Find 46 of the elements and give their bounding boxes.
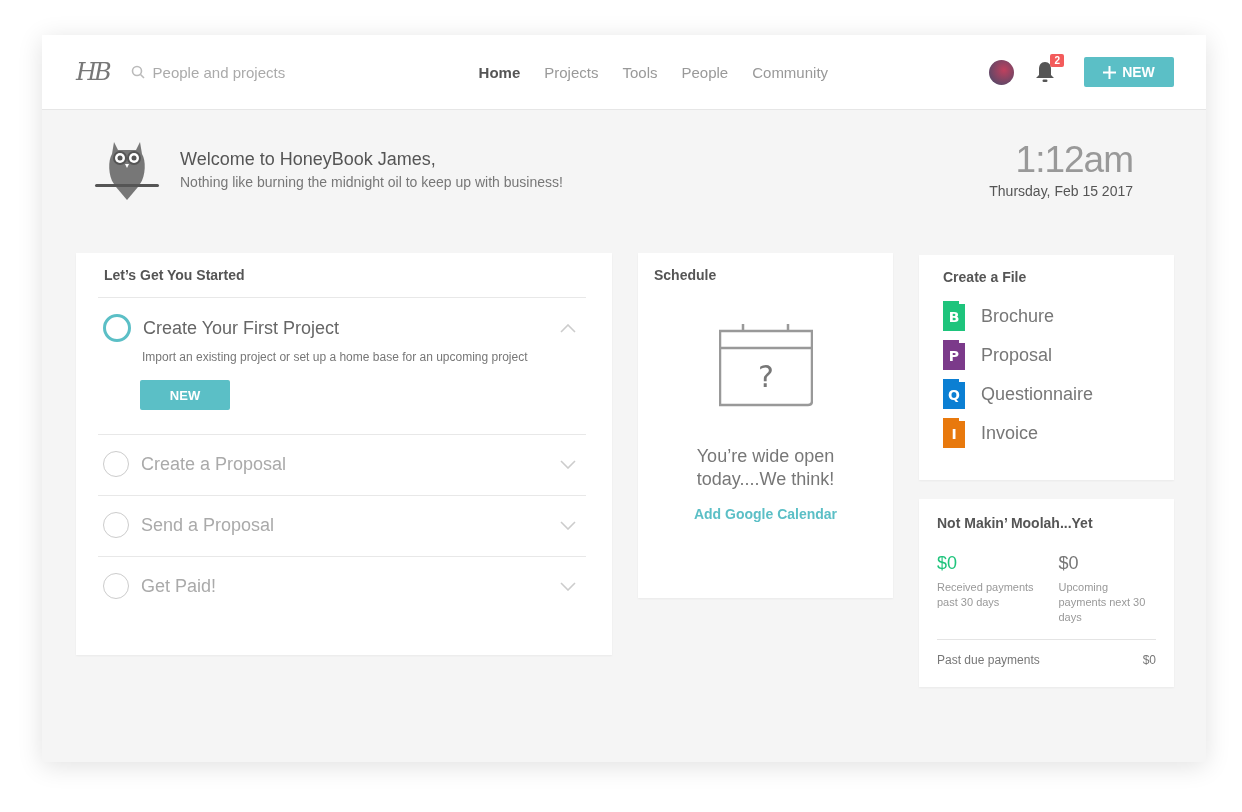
bell-icon[interactable] — [1035, 61, 1055, 83]
card-title: Let’s Get You Started — [103, 267, 246, 283]
document-icon: I — [943, 418, 965, 448]
payment-amount: $0 — [1058, 553, 1080, 574]
document-icon: B — [943, 301, 965, 331]
past-due-label: Past due payments — [937, 652, 1040, 667]
chevron-down-icon[interactable] — [560, 520, 576, 530]
clock-time: 1:12am — [1015, 139, 1133, 181]
nav-link[interactable]: Home — [478, 63, 521, 81]
new-button[interactable]: NEW — [140, 380, 230, 410]
welcome-title: Welcome to HoneyBook James, — [180, 148, 437, 170]
nav-link[interactable]: Projects — [544, 63, 599, 81]
file-type-link[interactable]: B Brochure — [943, 301, 1150, 331]
card-title: Schedule — [654, 267, 718, 283]
avatar[interactable] — [989, 59, 1014, 85]
step-description: Import an existing project or set up a home base for an upcoming project — [142, 350, 529, 364]
file-type-link[interactable]: I Invoice — [943, 418, 1150, 448]
new-button[interactable]: NEW — [1084, 57, 1174, 87]
step-title[interactable]: Send a Proposal — [141, 514, 275, 536]
payment-label: Received payments past 30 days — [937, 580, 1035, 610]
nav-link[interactable]: Tools — [622, 63, 658, 81]
add-calendar-link[interactable]: Add Google Calendar — [693, 505, 838, 522]
nav-link[interactable]: People — [681, 63, 729, 81]
plus-icon — [1103, 65, 1117, 79]
search-icon — [130, 65, 145, 79]
chevron-down-icon[interactable] — [560, 581, 576, 591]
card-title: Create a File — [943, 269, 1028, 285]
payment-amount: $0 — [937, 553, 959, 574]
date-text: Thursday, Feb 15 2017 — [989, 183, 1133, 199]
file-type-link[interactable]: P Proposal — [943, 340, 1150, 370]
empty-schedule-message: You’re wide open today....We think! — [695, 445, 836, 492]
file-type-link[interactable]: Q Questionnaire — [943, 379, 1150, 409]
welcome-subtitle: Nothing like burning the midnight oil to keep up with business! — [180, 173, 563, 190]
step-title[interactable]: Get Paid! — [141, 575, 217, 597]
logo[interactable]: HB — [76, 58, 109, 86]
notification-badge: 2 — [1050, 54, 1064, 67]
card-title: Not Makin’ Moolah...Yet — [937, 515, 1094, 531]
past-due-amount: $0 — [1142, 652, 1156, 667]
step-title[interactable]: Create Your First Project — [143, 317, 340, 339]
chevron-up-icon[interactable] — [560, 323, 576, 333]
document-icon: Q — [943, 379, 965, 409]
step-title[interactable]: Create a Proposal — [141, 453, 287, 475]
nav-link[interactable]: Community — [752, 63, 829, 81]
payment-label: Upcoming payments next 30 days — [1058, 580, 1147, 625]
chevron-down-icon[interactable] — [560, 459, 576, 469]
document-icon: P — [943, 340, 965, 370]
